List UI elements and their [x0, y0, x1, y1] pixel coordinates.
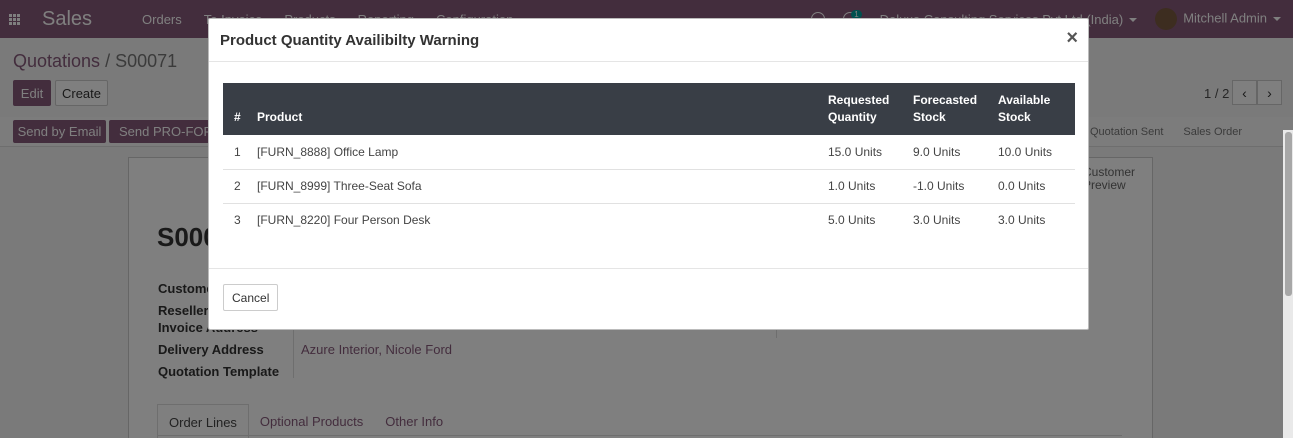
column-header-product: Product — [246, 83, 817, 135]
column-header-forecasted: Forecasted Stock — [902, 83, 987, 135]
table-row: 1 [FURN_8888] Office Lamp 15.0 Units 9.0… — [223, 135, 1075, 170]
table-row: 2 [FURN_8999] Three-Seat Sofa 1.0 Units … — [223, 169, 1075, 204]
column-header-forecasted-line1: Forecasted — [913, 93, 978, 107]
available-cell: 10.0 Units — [987, 135, 1075, 170]
table-header-row: # Product Requested Quantity Forecasted St… — [223, 83, 1075, 135]
available-cell: 0.0 Units — [987, 169, 1075, 204]
forecasted-cell: 3.0 Units — [913, 213, 961, 228]
available-cell: 3.0 Units — [998, 213, 1046, 228]
column-header-requested-line2: Quantity — [828, 110, 877, 124]
availability-warning-dialog: Product Quantity Availibilty Warning × #… — [208, 18, 1089, 330]
availability-table: # Product Requested Quantity Forecasted St… — [223, 83, 1075, 237]
row-number: 2 — [223, 169, 246, 204]
row-number: 1 — [223, 135, 246, 170]
forecasted-cell: 9.0 Units — [902, 135, 987, 170]
product-cell: [FURN_8220] Four Person Desk — [257, 213, 431, 228]
cancel-button[interactable]: Cancel — [223, 284, 279, 311]
dialog-footer: Cancel — [209, 269, 1088, 330]
requested-cell: 5.0 Units — [828, 213, 876, 228]
product-cell: [FURN_8999] Three-Seat Sofa — [246, 169, 817, 204]
column-header-available-line1: Available — [998, 93, 1051, 107]
dialog-body: # Product Requested Quantity Forecasted St… — [209, 62, 1088, 269]
dialog-header: Product Quantity Availibilty Warning × — [209, 19, 1088, 62]
column-header-requested: Requested Quantity — [817, 83, 902, 135]
column-header-available: Available Stock — [987, 83, 1075, 135]
requested-cell: 15.0 Units — [817, 135, 902, 170]
close-icon[interactable]: × — [1066, 27, 1078, 50]
column-header-forecasted-line2: Stock — [913, 110, 946, 124]
requested-cell: 1.0 Units — [817, 169, 902, 204]
row-number: 3 — [234, 213, 241, 228]
dialog-title: Product Quantity Availibilty Warning — [220, 32, 480, 49]
column-header-requested-line1: Requested — [828, 93, 890, 107]
column-header-number: # — [223, 83, 246, 135]
scrollbar-thumb[interactable] — [1285, 132, 1292, 296]
table-row: 3 [FURN_8220] Four Person Desk 5.0 Units… — [223, 203, 1075, 237]
column-header-available-line2: Stock — [998, 110, 1031, 124]
product-cell: [FURN_8888] Office Lamp — [246, 135, 817, 170]
forecasted-cell: -1.0 Units — [902, 169, 987, 204]
